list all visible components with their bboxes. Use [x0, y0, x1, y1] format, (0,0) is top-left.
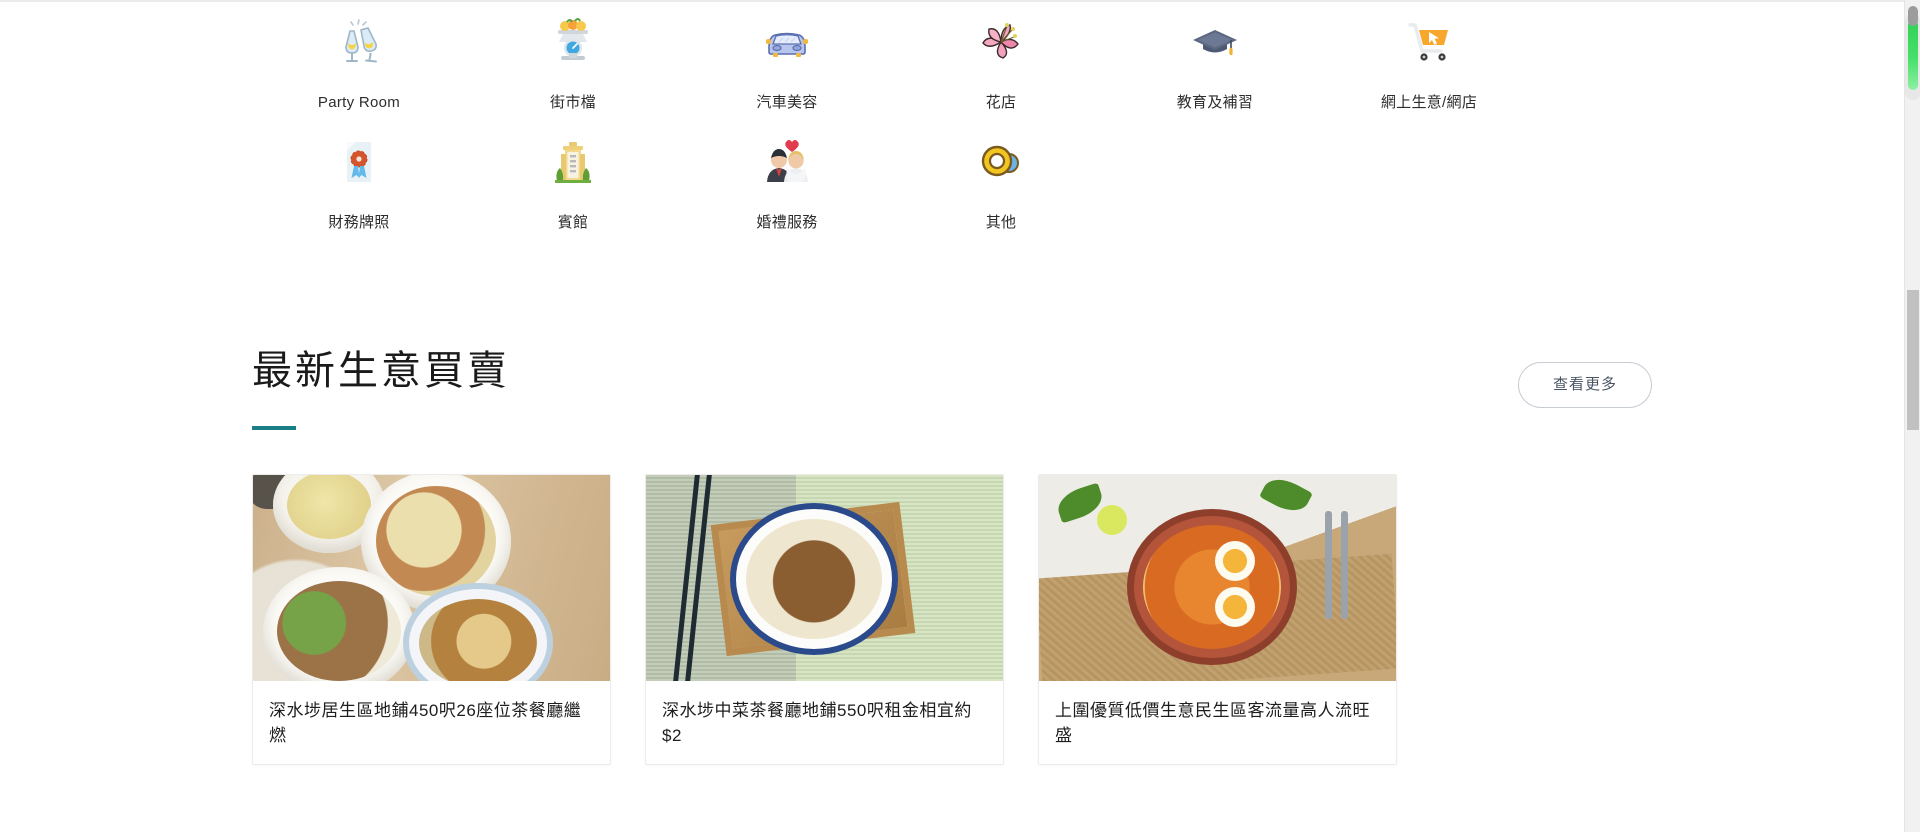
- page-scrollbar[interactable]: [1904, 0, 1920, 832]
- category-label: 網上生意/網店: [1380, 94, 1478, 111]
- category-item-market-stall[interactable]: 街市檔: [466, 8, 680, 128]
- category-item-guesthouse[interactable]: 賓館: [466, 128, 680, 248]
- listing-card-row: 深水埗居生區地鋪450呎26座位茶餐廳繼燃 深水埗中菜茶餐廳地鋪550呎租金相宜…: [252, 474, 1652, 766]
- shopping-cart-icon: [1403, 16, 1455, 68]
- scrollbar-thumb[interactable]: [1907, 290, 1919, 430]
- car-icon: [761, 16, 813, 68]
- license-certificate-icon: [333, 136, 385, 188]
- browser-viewport: Party Room 街市檔 汽車美容 花店 教育及補習 網上生意/網店 財務牌…: [0, 0, 1920, 832]
- category-label: Party Room: [317, 94, 401, 111]
- listing-card-title: 上圍優質低價生意民生區客流量高人流旺盛: [1055, 701, 1370, 745]
- listing-card-image: [646, 475, 1003, 681]
- hotel-building-icon: [547, 136, 599, 188]
- category-label: 花店: [985, 94, 1017, 111]
- wedding-couple-icon: [761, 136, 813, 188]
- category-label: 財務牌照: [328, 214, 390, 231]
- category-item-flower-shop[interactable]: 花店: [894, 8, 1108, 128]
- scroll-position-indicator[interactable]: [1908, 6, 1918, 90]
- listing-card-body: 深水埗居生區地鋪450呎26座位茶餐廳繼燃: [253, 681, 610, 764]
- listing-card-image: [253, 475, 610, 681]
- rings-other-icon: [975, 136, 1027, 188]
- category-label: 教育及補習: [1176, 94, 1254, 111]
- title-underline: [252, 426, 296, 430]
- view-more-button[interactable]: 查看更多: [1517, 362, 1652, 408]
- flower-icon: [975, 16, 1027, 68]
- champagne-glasses-icon: [333, 16, 385, 68]
- listing-card[interactable]: 深水埗中菜茶餐廳地鋪550呎租金相宜約$2: [645, 474, 1004, 766]
- category-grid: Party Room 街市檔 汽車美容 花店 教育及補習 網上生意/網店 財務牌…: [252, 0, 1652, 248]
- listing-card-title: 深水埗中菜茶餐廳地鋪550呎租金相宜約$2: [662, 701, 972, 745]
- listing-card-body: 深水埗中菜茶餐廳地鋪550呎租金相宜約$2: [646, 681, 1003, 764]
- category-item-online-business[interactable]: 網上生意/網店: [1322, 8, 1536, 128]
- latest-listings-section: 最新生意買賣 查看更多 深水埗居生區地鋪450呎26座位茶餐廳繼燃 深水埗中菜茶…: [252, 344, 1652, 766]
- section-title-group: 最新生意買賣: [252, 344, 510, 430]
- graduation-cap-icon: [1189, 16, 1241, 68]
- page-title: 最新生意買賣: [252, 349, 510, 393]
- listing-card-body: 上圍優質低價生意民生區客流量高人流旺盛: [1039, 681, 1396, 764]
- listing-card[interactable]: 深水埗居生區地鋪450呎26座位茶餐廳繼燃: [252, 474, 611, 766]
- category-label: 汽車美容: [756, 94, 818, 111]
- category-label: 其他: [985, 214, 1017, 231]
- category-label: 婚禮服務: [756, 214, 818, 231]
- section-header: 最新生意買賣 查看更多: [252, 344, 1652, 430]
- content-container: Party Room 街市檔 汽車美容 花店 教育及補習 網上生意/網店 財務牌…: [252, 0, 1652, 766]
- category-item-car-beauty[interactable]: 汽車美容: [680, 8, 894, 128]
- category-label: 街市檔: [550, 94, 596, 111]
- category-item-education-tutoring[interactable]: 教育及補習: [1108, 8, 1322, 128]
- listing-card[interactable]: 上圍優質低價生意民生區客流量高人流旺盛: [1038, 474, 1397, 766]
- listing-card-image: [1039, 475, 1396, 681]
- category-label: 賓館: [557, 214, 589, 231]
- page-content: Party Room 街市檔 汽車美容 花店 教育及補習 網上生意/網店 財務牌…: [0, 0, 1904, 832]
- category-item-finance-license[interactable]: 財務牌照: [252, 128, 466, 248]
- category-item-wedding-service[interactable]: 婚禮服務: [680, 128, 894, 248]
- listing-card-title: 深水埗居生區地鋪450呎26座位茶餐廳繼燃: [269, 701, 582, 745]
- category-item-party-room[interactable]: Party Room: [252, 8, 466, 128]
- market-scale-icon: [547, 16, 599, 68]
- category-item-other[interactable]: 其他: [894, 128, 1108, 248]
